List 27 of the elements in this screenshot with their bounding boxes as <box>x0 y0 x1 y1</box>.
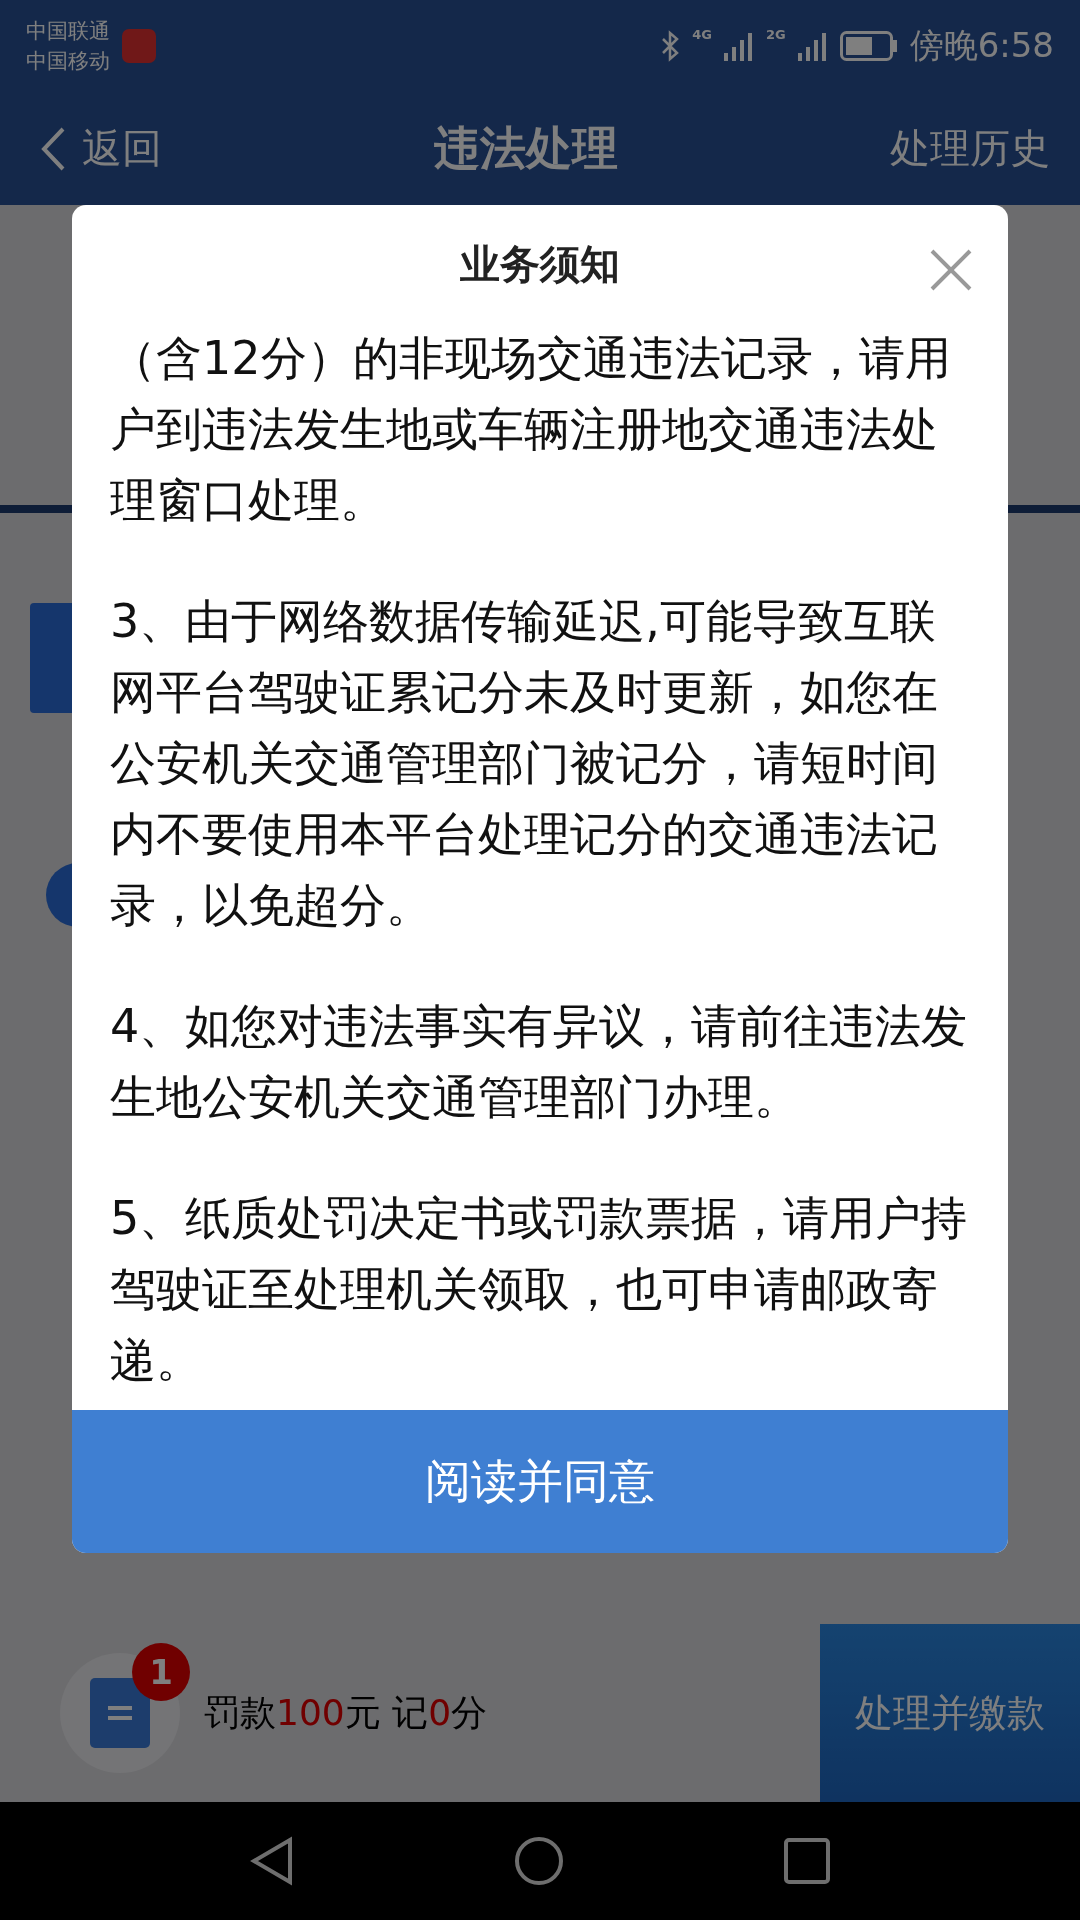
back-button[interactable]: 返回 <box>40 121 162 176</box>
history-button[interactable]: 处理历史 <box>890 121 1050 176</box>
back-triangle-icon[interactable] <box>250 1836 294 1886</box>
network-type: 4G <box>692 27 712 42</box>
fine-summary: 罚款100元 记0分 <box>204 1690 489 1735</box>
battery-icon <box>839 31 898 61</box>
carrier-name: 中国联通 <box>26 18 110 45</box>
dialog-title: 业务须知 <box>460 239 620 289</box>
signal-icon <box>797 31 828 61</box>
status-time: 傍晚6:58 <box>909 24 1054 67</box>
network-type: 2G <box>765 27 786 42</box>
carrier-name: 中国移动 <box>26 48 110 75</box>
recents-square-icon[interactable] <box>784 1838 830 1884</box>
page-title: 违法处理 <box>434 119 618 177</box>
app-notification-icon <box>122 29 156 63</box>
close-icon[interactable] <box>928 247 974 293</box>
read-and-agree-button[interactable]: 阅读并同意 <box>72 1410 1008 1553</box>
home-circle-icon[interactable] <box>514 1836 564 1886</box>
notice-paragraph: （含12分）的非现场交通违法记录，请用户到违法发生地或车辆注册地交通违法处理窗口处理。 <box>110 330 952 529</box>
process-and-pay-button[interactable]: 处理并缴款 <box>820 1624 1080 1802</box>
signal-icon <box>723 31 754 61</box>
notice-paragraph: 3、由于网络数据传输延迟,可能导致互联网平台驾驶证累记分未及时更新，如您在公安机关交通管理部门被记分，请短时间内不要使用本平台处理记分的交通违法记录，以免超分。 <box>110 593 939 934</box>
count-badge: 1 <box>132 1643 190 1701</box>
chevron-left-icon <box>40 125 66 172</box>
notice-paragraph: 4、如您对违法事实有异议，请前往违法发生地公安机关交通管理部门办理。 <box>110 998 969 1126</box>
bluetooth-icon <box>660 30 681 62</box>
notice-paragraph: 5、纸质处罚决定书或罚款票据，请用户持驾驶证至处理机关领取，也可申请邮政寄递。 <box>110 1190 969 1389</box>
